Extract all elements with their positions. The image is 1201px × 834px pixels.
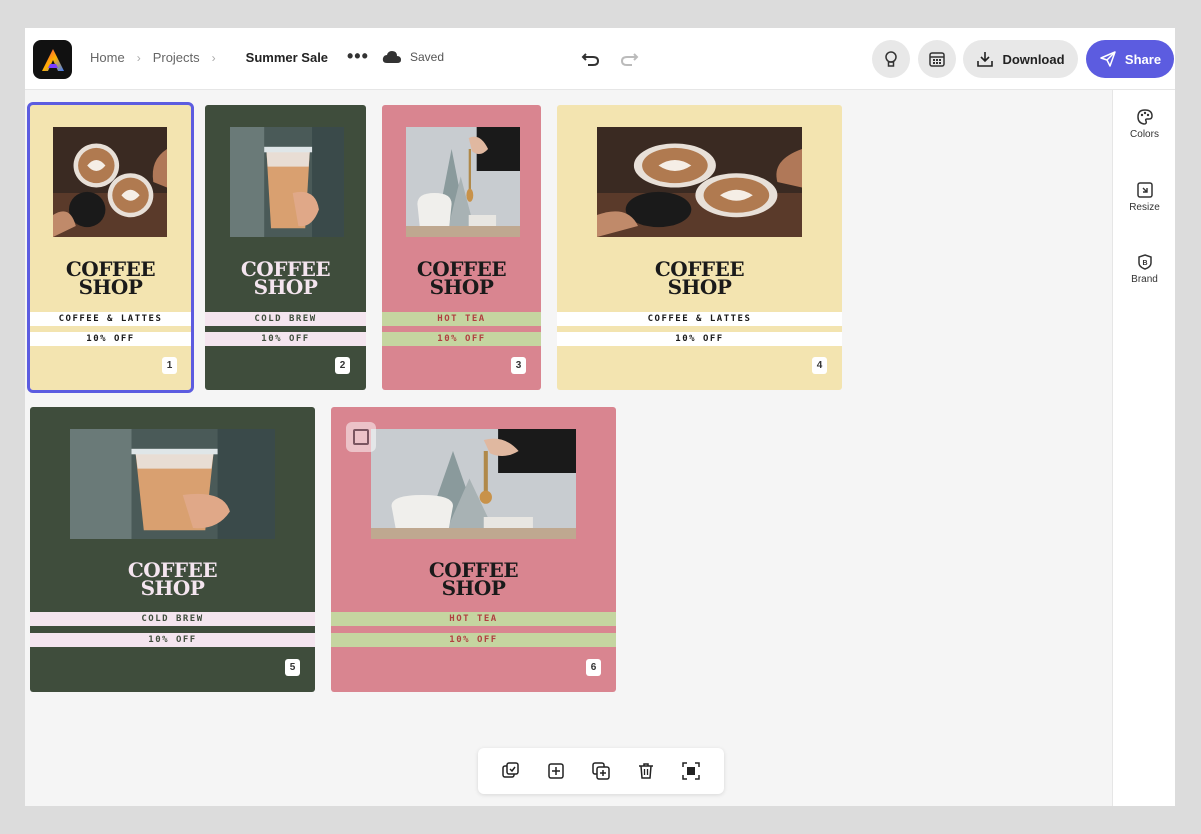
chevron-right-icon: › [211,50,216,65]
fit-to-screen-icon[interactable] [678,758,704,784]
card-strip-discount: 10% OFF [557,332,842,346]
calendar-icon [929,52,945,67]
card-title: COFFEE SHOP [127,558,218,600]
save-status: Saved [382,50,444,64]
page-card-4[interactable]: COFFEE SHOP COFFEE & LATTES 10% OFF 4 [557,105,842,390]
share-button[interactable]: Share [1086,40,1174,78]
palette-icon [1136,109,1153,125]
redo-icon[interactable] [619,48,639,73]
card-title: COFFEE SHOP [416,257,507,299]
page-card-5[interactable]: COFFEE SHOP COLD BREW 10% OFF 5 [30,407,315,692]
card-strip-product: HOT TEA [382,312,541,326]
tea-photo [406,127,520,237]
duplicate-page-icon[interactable] [588,758,614,784]
schedule-button[interactable] [918,40,956,78]
side-item-brand-label: Brand [1131,274,1158,285]
download-icon [977,52,994,67]
cloud-icon [382,51,401,63]
page-card-3[interactable]: COFFEE SHOP HOT TEA 10% OFF 3 [382,105,541,390]
card-strip-product: COLD BREW [205,312,366,326]
latte-photo [597,127,802,237]
iced-coffee-photo [70,429,275,539]
more-options-icon[interactable]: ••• [347,46,369,67]
add-page-icon[interactable] [543,758,569,784]
card-strip-discount: 10% OFF [205,332,366,346]
iced-coffee-photo [230,127,344,237]
page-number: 3 [511,357,526,374]
lightbulb-icon [885,51,897,67]
project-title[interactable]: Summer Sale [246,50,328,65]
adobe-express-logo-icon [41,48,64,71]
card-strip-product: COLD BREW [30,612,315,626]
side-item-resize[interactable]: Resize [1113,181,1175,213]
download-label: Download [1002,51,1065,67]
top-bar: Home › Projects › Summer Sale ••• Saved [25,28,1175,90]
breadcrumb: Home › Projects › Summer Sale [90,50,328,65]
saved-label: Saved [410,50,445,64]
app-window: Home › Projects › Summer Sale ••• Saved [25,28,1175,806]
page-number: 4 [812,357,827,374]
card-title: COFFEE SHOP [428,558,519,600]
side-panel: Colors Resize B Brand [1112,90,1175,806]
ideas-button[interactable] [872,40,910,78]
share-label: Share [1124,51,1162,67]
page-number: 6 [586,659,601,676]
app-logo[interactable] [33,40,72,79]
card-strip-discount: 10% OFF [30,332,191,346]
page-card-6[interactable]: COFFEE SHOP HOT TEA 10% OFF 6 [331,407,616,692]
select-checkbox[interactable] [346,422,376,452]
side-item-colors-label: Colors [1130,129,1159,140]
chevron-right-icon: › [136,50,141,65]
side-item-colors[interactable]: Colors [1113,108,1175,140]
page-number: 2 [335,357,350,374]
tea-photo [371,429,576,539]
latte-photo [53,127,167,237]
page-number: 5 [285,659,300,676]
card-strip-product: COFFEE & LATTES [557,312,842,326]
card-strip-discount: 10% OFF [331,633,616,647]
resize-icon [1136,182,1153,198]
card-strip-product: COFFEE & LATTES [30,312,191,326]
breadcrumb-home[interactable]: Home [90,50,125,65]
side-item-resize-label: Resize [1129,202,1160,213]
card-strip-discount: 10% OFF [30,633,315,647]
card-title: COFFEE SHOP [654,257,745,299]
page-number: 1 [162,357,177,374]
card-strip-product: HOT TEA [331,612,616,626]
side-item-brand[interactable]: B Brand [1113,253,1175,285]
page-card-1[interactable]: COFFEE SHOP COFFEE & LATTES 10% OFF 1 [27,102,194,393]
bottom-action-bar [478,748,724,794]
card-strip-discount: 10% OFF [382,332,541,346]
page-card-2[interactable]: COFFEE SHOP COLD BREW 10% OFF 2 [205,105,366,390]
send-icon [1100,51,1116,67]
undo-icon[interactable] [581,48,601,73]
breadcrumb-projects[interactable]: Projects [153,50,200,65]
select-all-icon[interactable] [498,758,524,784]
trash-icon[interactable] [633,758,659,784]
svg-text:B: B [1142,260,1147,267]
brand-icon: B [1137,254,1152,270]
card-title: COFFEE SHOP [65,257,156,299]
download-button[interactable]: Download [963,40,1078,78]
card-title: COFFEE SHOP [240,257,331,299]
